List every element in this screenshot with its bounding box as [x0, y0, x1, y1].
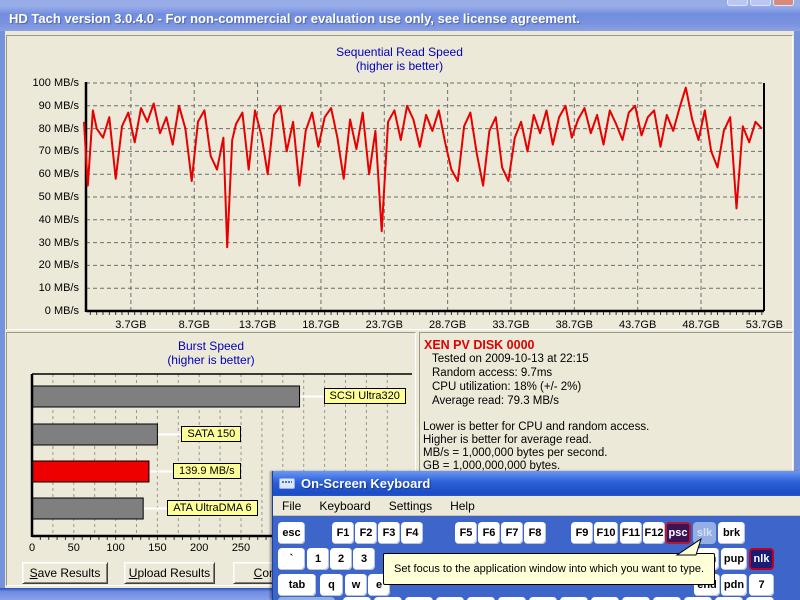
sequential-read-chart	[7, 36, 794, 331]
key-f2[interactable]: F2	[355, 522, 377, 544]
stat-line: Average read: 79.3 MB/s	[432, 395, 559, 407]
key-sym[interactable]: `	[278, 548, 305, 570]
y-tick-label: 90 MB/s	[9, 100, 79, 112]
osk-tooltip: Set focus to the application window into…	[383, 553, 715, 585]
key-f5[interactable]: F5	[455, 522, 477, 544]
key-esc[interactable]: esc	[278, 522, 305, 544]
x-tick-label: 18.7GB	[291, 319, 351, 331]
stat-line: CPU utilization: 18% (+/- 2%)	[432, 381, 581, 393]
y-tick-label: 60 MB/s	[9, 168, 79, 180]
key-slk[interactable]: slk	[693, 522, 716, 544]
y-tick-label: 20 MB/s	[9, 259, 79, 271]
window-left-border	[0, 31, 5, 600]
y-tick-label: 10 MB/s	[9, 282, 79, 294]
keyboard-icon	[279, 478, 295, 489]
osk-titlebar[interactable]: On-Screen Keyboard	[273, 471, 800, 496]
bar-0	[32, 386, 300, 407]
stat-line: Tested on 2009-10-13 at 22:15	[432, 353, 589, 365]
x-tick-label: 28.7GB	[418, 319, 478, 331]
y-tick-label: 70 MB/s	[9, 145, 79, 157]
x-tick-label: 43.7GB	[608, 319, 668, 331]
key-psc[interactable]: psc	[665, 522, 691, 544]
menu-settings[interactable]: Settings	[380, 499, 441, 513]
read-speed-line	[84, 88, 762, 248]
key-q[interactable]: q	[320, 574, 343, 596]
x-tick-label: 23.7GB	[354, 319, 414, 331]
menu-file[interactable]: File	[273, 499, 310, 513]
osk-title-text: On-Screen Keyboard	[301, 476, 430, 491]
y-tick-label: 100 MB/s	[9, 77, 79, 89]
key-pup[interactable]: pup	[721, 548, 747, 570]
burst-tick-label: 50	[54, 542, 94, 554]
save-results-button[interactable]: Save Results	[22, 562, 108, 584]
osk-tooltip-text: Set focus to the application window into…	[394, 563, 704, 575]
hdtach-title-text: HD Tach version 3.0.4.0 - For non-commer…	[9, 11, 580, 26]
key-f10[interactable]: F10	[594, 522, 618, 544]
hdtach-window: HD Tach version 3.0.4.0 - For non-commer…	[0, 0, 800, 600]
key-3[interactable]: 3	[353, 548, 375, 570]
key-nlk[interactable]: nlk	[749, 548, 774, 570]
note-line: Lower is better for CPU and random acces…	[423, 421, 649, 433]
burst-tick-label: 0	[12, 542, 52, 554]
key-1[interactable]: 1	[307, 548, 329, 570]
stat-line: Random access: 9.7ms	[432, 367, 552, 379]
key-brk[interactable]: brk	[718, 522, 745, 544]
y-tick-label: 0 MB/s	[9, 305, 79, 317]
y-tick-label: 30 MB/s	[9, 237, 79, 249]
key-f1[interactable]: F1	[332, 522, 354, 544]
key-7[interactable]: 7	[749, 574, 774, 596]
key-f3[interactable]: F3	[378, 522, 400, 544]
key-f8[interactable]: F8	[524, 522, 546, 544]
key-w[interactable]: w	[345, 574, 367, 596]
bar-label-2: 139.9 MB/s	[173, 463, 241, 479]
menu-help[interactable]: Help	[441, 499, 484, 513]
y-tick-label: 40 MB/s	[9, 214, 79, 226]
burst-tick-label: 150	[137, 542, 177, 554]
bar-label-1: SATA 150	[181, 426, 241, 442]
burst-tick-label: 200	[179, 542, 219, 554]
bar-3	[32, 498, 143, 519]
x-tick-label: 48.7GB	[671, 319, 731, 331]
burst-tick-label: 250	[221, 542, 261, 554]
key-f6[interactable]: F6	[478, 522, 500, 544]
key-2[interactable]: 2	[330, 548, 352, 570]
x-tick-label: 53.7GB	[734, 319, 794, 331]
x-tick-label: 3.7GB	[101, 319, 161, 331]
sequential-read-panel: Sequential Read Speed (higher is better)…	[6, 35, 793, 330]
minimize-button[interactable]	[727, 0, 748, 6]
osk-menubar: FileKeyboardSettingsHelp	[273, 496, 800, 516]
key-f11[interactable]: F11	[620, 522, 642, 544]
y-tick-label: 50 MB/s	[9, 191, 79, 203]
x-tick-label: 13.7GB	[228, 319, 288, 331]
note-line: Higher is better for average read.	[423, 434, 592, 446]
drive-name: XEN PV DISK 0000	[424, 338, 534, 352]
key-f4[interactable]: F4	[401, 522, 423, 544]
menu-keyboard[interactable]: Keyboard	[310, 499, 379, 513]
x-tick-label: 33.7GB	[481, 319, 541, 331]
bar-label-3: ATA UltraDMA 6	[167, 500, 257, 516]
close-button[interactable]	[773, 0, 794, 6]
key-f9[interactable]: F9	[571, 522, 593, 544]
osk-window: On-Screen Keyboard FileKeyboardSettingsH…	[272, 471, 800, 600]
hdtach-titlebar[interactable]: HD Tach version 3.0.4.0 - For non-commer…	[0, 5, 800, 31]
key-tab[interactable]: tab	[278, 574, 316, 596]
x-tick-label: 38.7GB	[544, 319, 604, 331]
note-line: MB/s = 1,000,000 bytes per second.	[423, 447, 607, 459]
burst-tick-label: 100	[96, 542, 136, 554]
bar-1	[32, 424, 157, 445]
y-tick-label: 80 MB/s	[9, 123, 79, 135]
x-tick-label: 8.7GB	[164, 319, 224, 331]
bar-2	[32, 461, 149, 482]
bar-label-0: SCSI Ultra320	[324, 388, 406, 404]
maximize-button[interactable]	[750, 0, 771, 6]
key-pdn[interactable]: pdn	[721, 574, 747, 596]
key-f7[interactable]: F7	[501, 522, 523, 544]
upload-results-button[interactable]: Upload Results	[124, 562, 215, 584]
key-f12[interactable]: F12	[643, 522, 665, 544]
